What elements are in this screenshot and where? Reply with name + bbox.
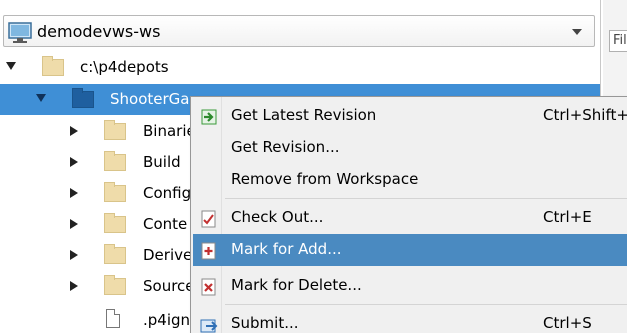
tree-label: Build (143, 153, 181, 171)
check-out-icon (201, 210, 216, 228)
get-latest-icon (201, 109, 217, 125)
tree-label: Derive (143, 246, 193, 264)
folder-icon (104, 151, 126, 171)
expand-arrow-icon[interactable] (36, 94, 46, 102)
expand-arrow-icon[interactable] (6, 62, 16, 70)
chevron-down-icon[interactable] (572, 29, 582, 35)
workspace-selector[interactable]: demodevws-ws (3, 15, 595, 47)
collapse-arrow-icon[interactable] (70, 157, 78, 167)
menu-item-shortcut: Ctrl+E (543, 208, 592, 226)
menu-item-mark-for-add[interactable]: Mark for Add... (193, 234, 627, 266)
workspace-name: demodevws-ws (37, 22, 161, 41)
tree-label: Binarie (143, 122, 196, 140)
tree-label: Config (143, 184, 192, 202)
folder-icon (104, 120, 126, 140)
menu-item-label: Get Revision... (231, 138, 340, 156)
menu-item-shortcut: Ctrl+S (543, 314, 592, 332)
tree-label: ShooterGa (110, 90, 190, 108)
menu-item-label: Get Latest Revision (231, 106, 377, 124)
collapse-arrow-icon[interactable] (70, 250, 78, 260)
menu-item-label: Remove from Workspace (231, 170, 419, 188)
tree-label: .p4ign (143, 311, 191, 329)
file-icon (106, 309, 120, 328)
collapse-arrow-icon[interactable] (70, 281, 78, 291)
menu-item-check-out[interactable]: Check Out... Ctrl+E (193, 202, 627, 234)
collapse-arrow-icon[interactable] (70, 126, 78, 136)
menu-item-remove-from-workspace[interactable]: Remove from Workspace (193, 164, 627, 196)
tree-label: Source (143, 277, 195, 295)
mark-for-delete-icon (201, 278, 216, 296)
filter-field[interactable]: Fil (609, 30, 627, 52)
folder-icon (104, 182, 126, 202)
folder-icon (72, 88, 94, 108)
workspace-window: demodevws-ws Fil c:\p4depots ShooterGa B… (0, 0, 627, 333)
tree-label: c:\p4depots (80, 58, 169, 76)
folder-icon (104, 275, 126, 295)
folder-icon (104, 244, 126, 264)
menu-item-get-latest-revision[interactable]: Get Latest Revision Ctrl+Shift+ (193, 100, 627, 132)
menu-item-shortcut: Ctrl+Shift+ (543, 106, 627, 124)
context-menu: Get Latest Revision Ctrl+Shift+ Get Revi… (190, 96, 627, 333)
menu-item-mark-for-delete[interactable]: Mark for Delete... (193, 270, 627, 302)
menu-item-label: Mark for Delete... (231, 276, 362, 294)
folder-icon (104, 213, 126, 233)
collapse-arrow-icon[interactable] (70, 219, 78, 229)
menu-item-label: Mark for Add... (231, 240, 342, 258)
menu-item-label: Submit... (231, 314, 299, 332)
folder-icon (42, 56, 64, 76)
menu-separator (225, 304, 627, 305)
tree-label: Conte (143, 215, 188, 233)
tree-row-root[interactable]: c:\p4depots (0, 52, 600, 83)
mark-for-add-icon (201, 242, 216, 260)
menu-item-label: Check Out... (231, 208, 324, 226)
menu-item-submit[interactable]: Submit... Ctrl+S (193, 308, 627, 333)
collapse-arrow-icon[interactable] (70, 188, 78, 198)
menu-separator (225, 198, 627, 199)
menu-item-get-revision[interactable]: Get Revision... (193, 132, 627, 164)
computer-monitor-icon (8, 22, 32, 43)
submit-icon (200, 319, 218, 333)
